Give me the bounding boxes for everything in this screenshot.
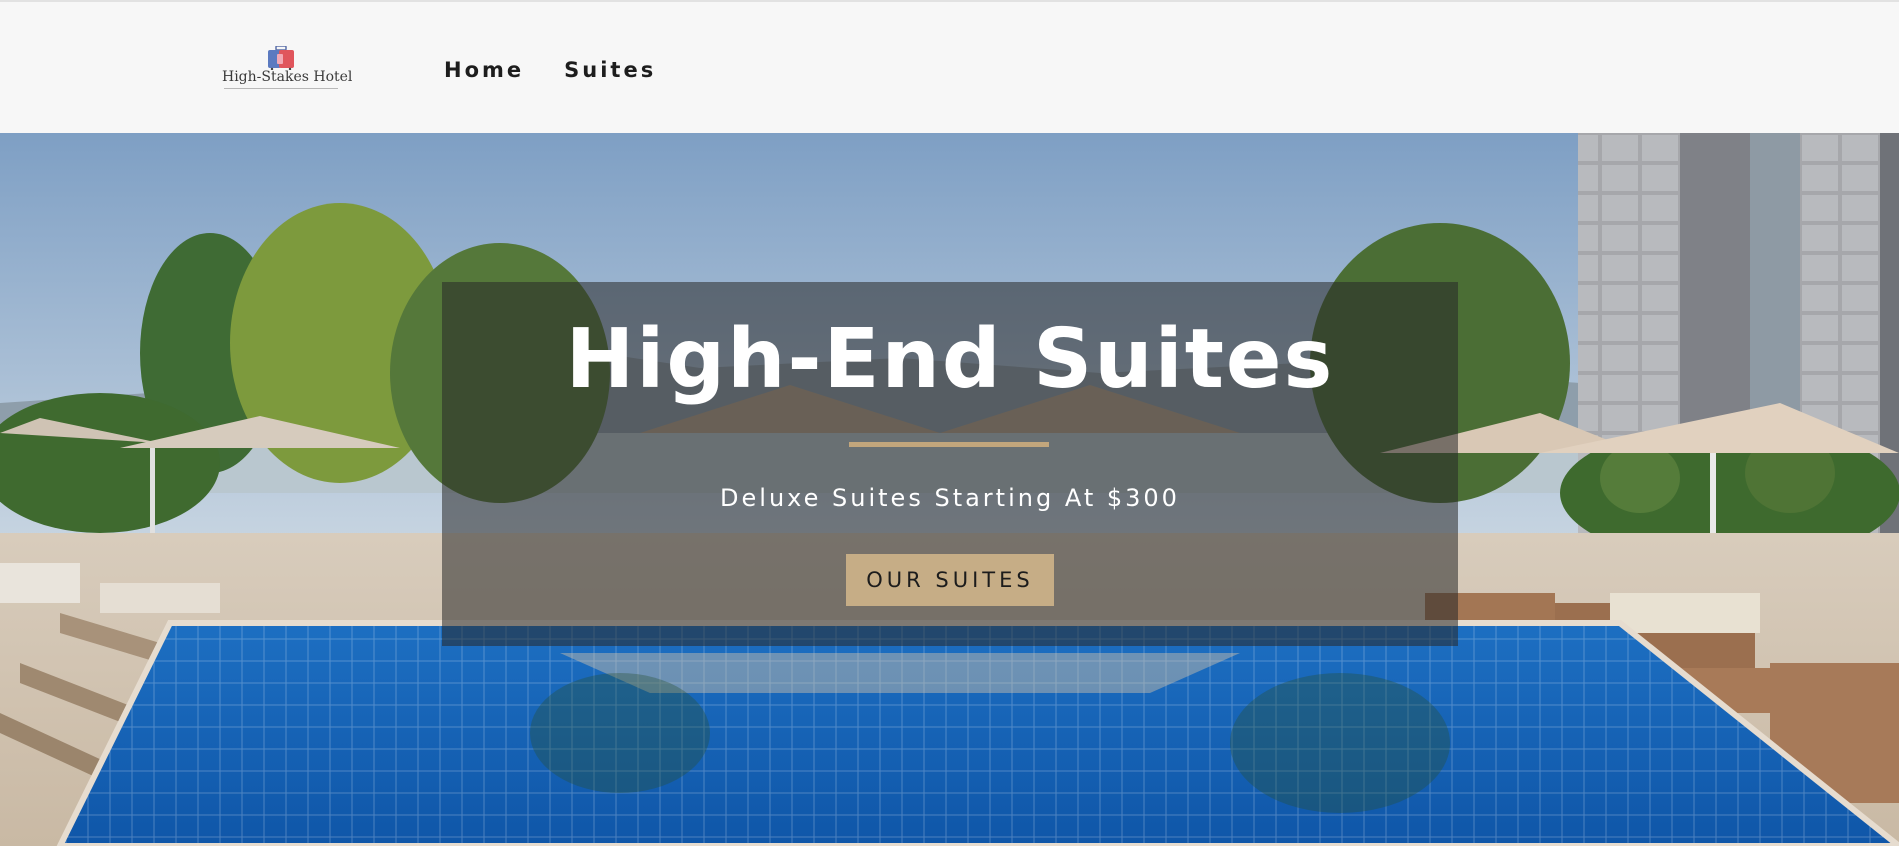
hero-overlay-panel: High-End Suites Deluxe Suites Starting A… [442,282,1458,646]
hero-title: High-End Suites [565,312,1335,407]
hotel-logo[interactable]: High-Stakes Hotel [222,42,353,90]
hero-section: High-End Suites Deluxe Suites Starting A… [0,133,1899,846]
logo-underline [224,88,338,89]
our-suites-button[interactable]: OUR SUITES [846,554,1054,606]
site-header: High-Stakes Hotel Home Suites [0,0,1899,133]
nav-home-link[interactable]: Home [444,57,524,83]
main-nav: Home Suites [444,57,656,83]
hero-subtitle: Deluxe Suites Starting At $300 [720,484,1180,512]
hero-divider [849,442,1049,447]
nav-suites-link[interactable]: Suites [564,57,656,83]
logo-text: High-Stakes Hotel [222,69,353,85]
suitcase-logo-icon [268,46,294,70]
